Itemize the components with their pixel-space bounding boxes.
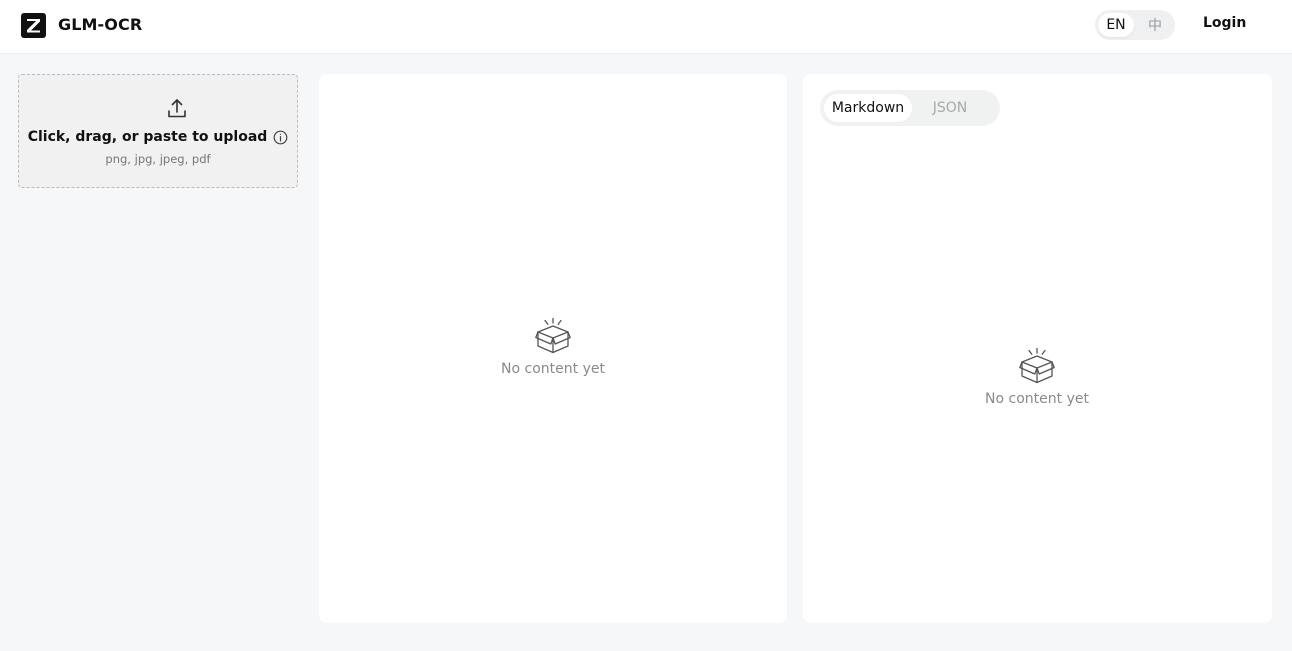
empty-box-icon	[937, 347, 1137, 385]
upload-formats: png, jpg, jpeg, pdf	[105, 152, 211, 166]
tab-json[interactable]: JSON	[920, 94, 980, 122]
result-empty-text: No content yet	[985, 391, 1089, 407]
upload-icon	[166, 97, 188, 123]
empty-box-icon	[453, 317, 653, 355]
brand-name: GLM-OCR	[58, 15, 143, 34]
z-logo-icon[interactable]	[21, 13, 46, 38]
result-panel: Markdown JSON No content yet	[803, 74, 1272, 623]
language-switch: EN 中	[1095, 10, 1175, 40]
result-empty-state: No content yet	[937, 347, 1137, 407]
preview-empty-state: No content yet	[453, 317, 653, 377]
result-tabs: Markdown JSON	[820, 90, 1000, 126]
upload-dropzone[interactable]: Click, drag, or paste to upload png, jpg…	[18, 74, 298, 188]
login-button[interactable]: Login	[1203, 15, 1246, 35]
lang-en-option[interactable]: EN	[1098, 13, 1134, 37]
tab-markdown[interactable]: Markdown	[824, 94, 912, 122]
lang-zh-option[interactable]: 中	[1139, 13, 1171, 37]
info-icon[interactable]	[273, 130, 288, 145]
top-bar: GLM-OCR EN 中 Login	[0, 0, 1292, 54]
preview-panel: No content yet	[319, 74, 787, 623]
preview-empty-text: No content yet	[501, 361, 605, 377]
upload-title: Click, drag, or paste to upload	[27, 129, 268, 145]
